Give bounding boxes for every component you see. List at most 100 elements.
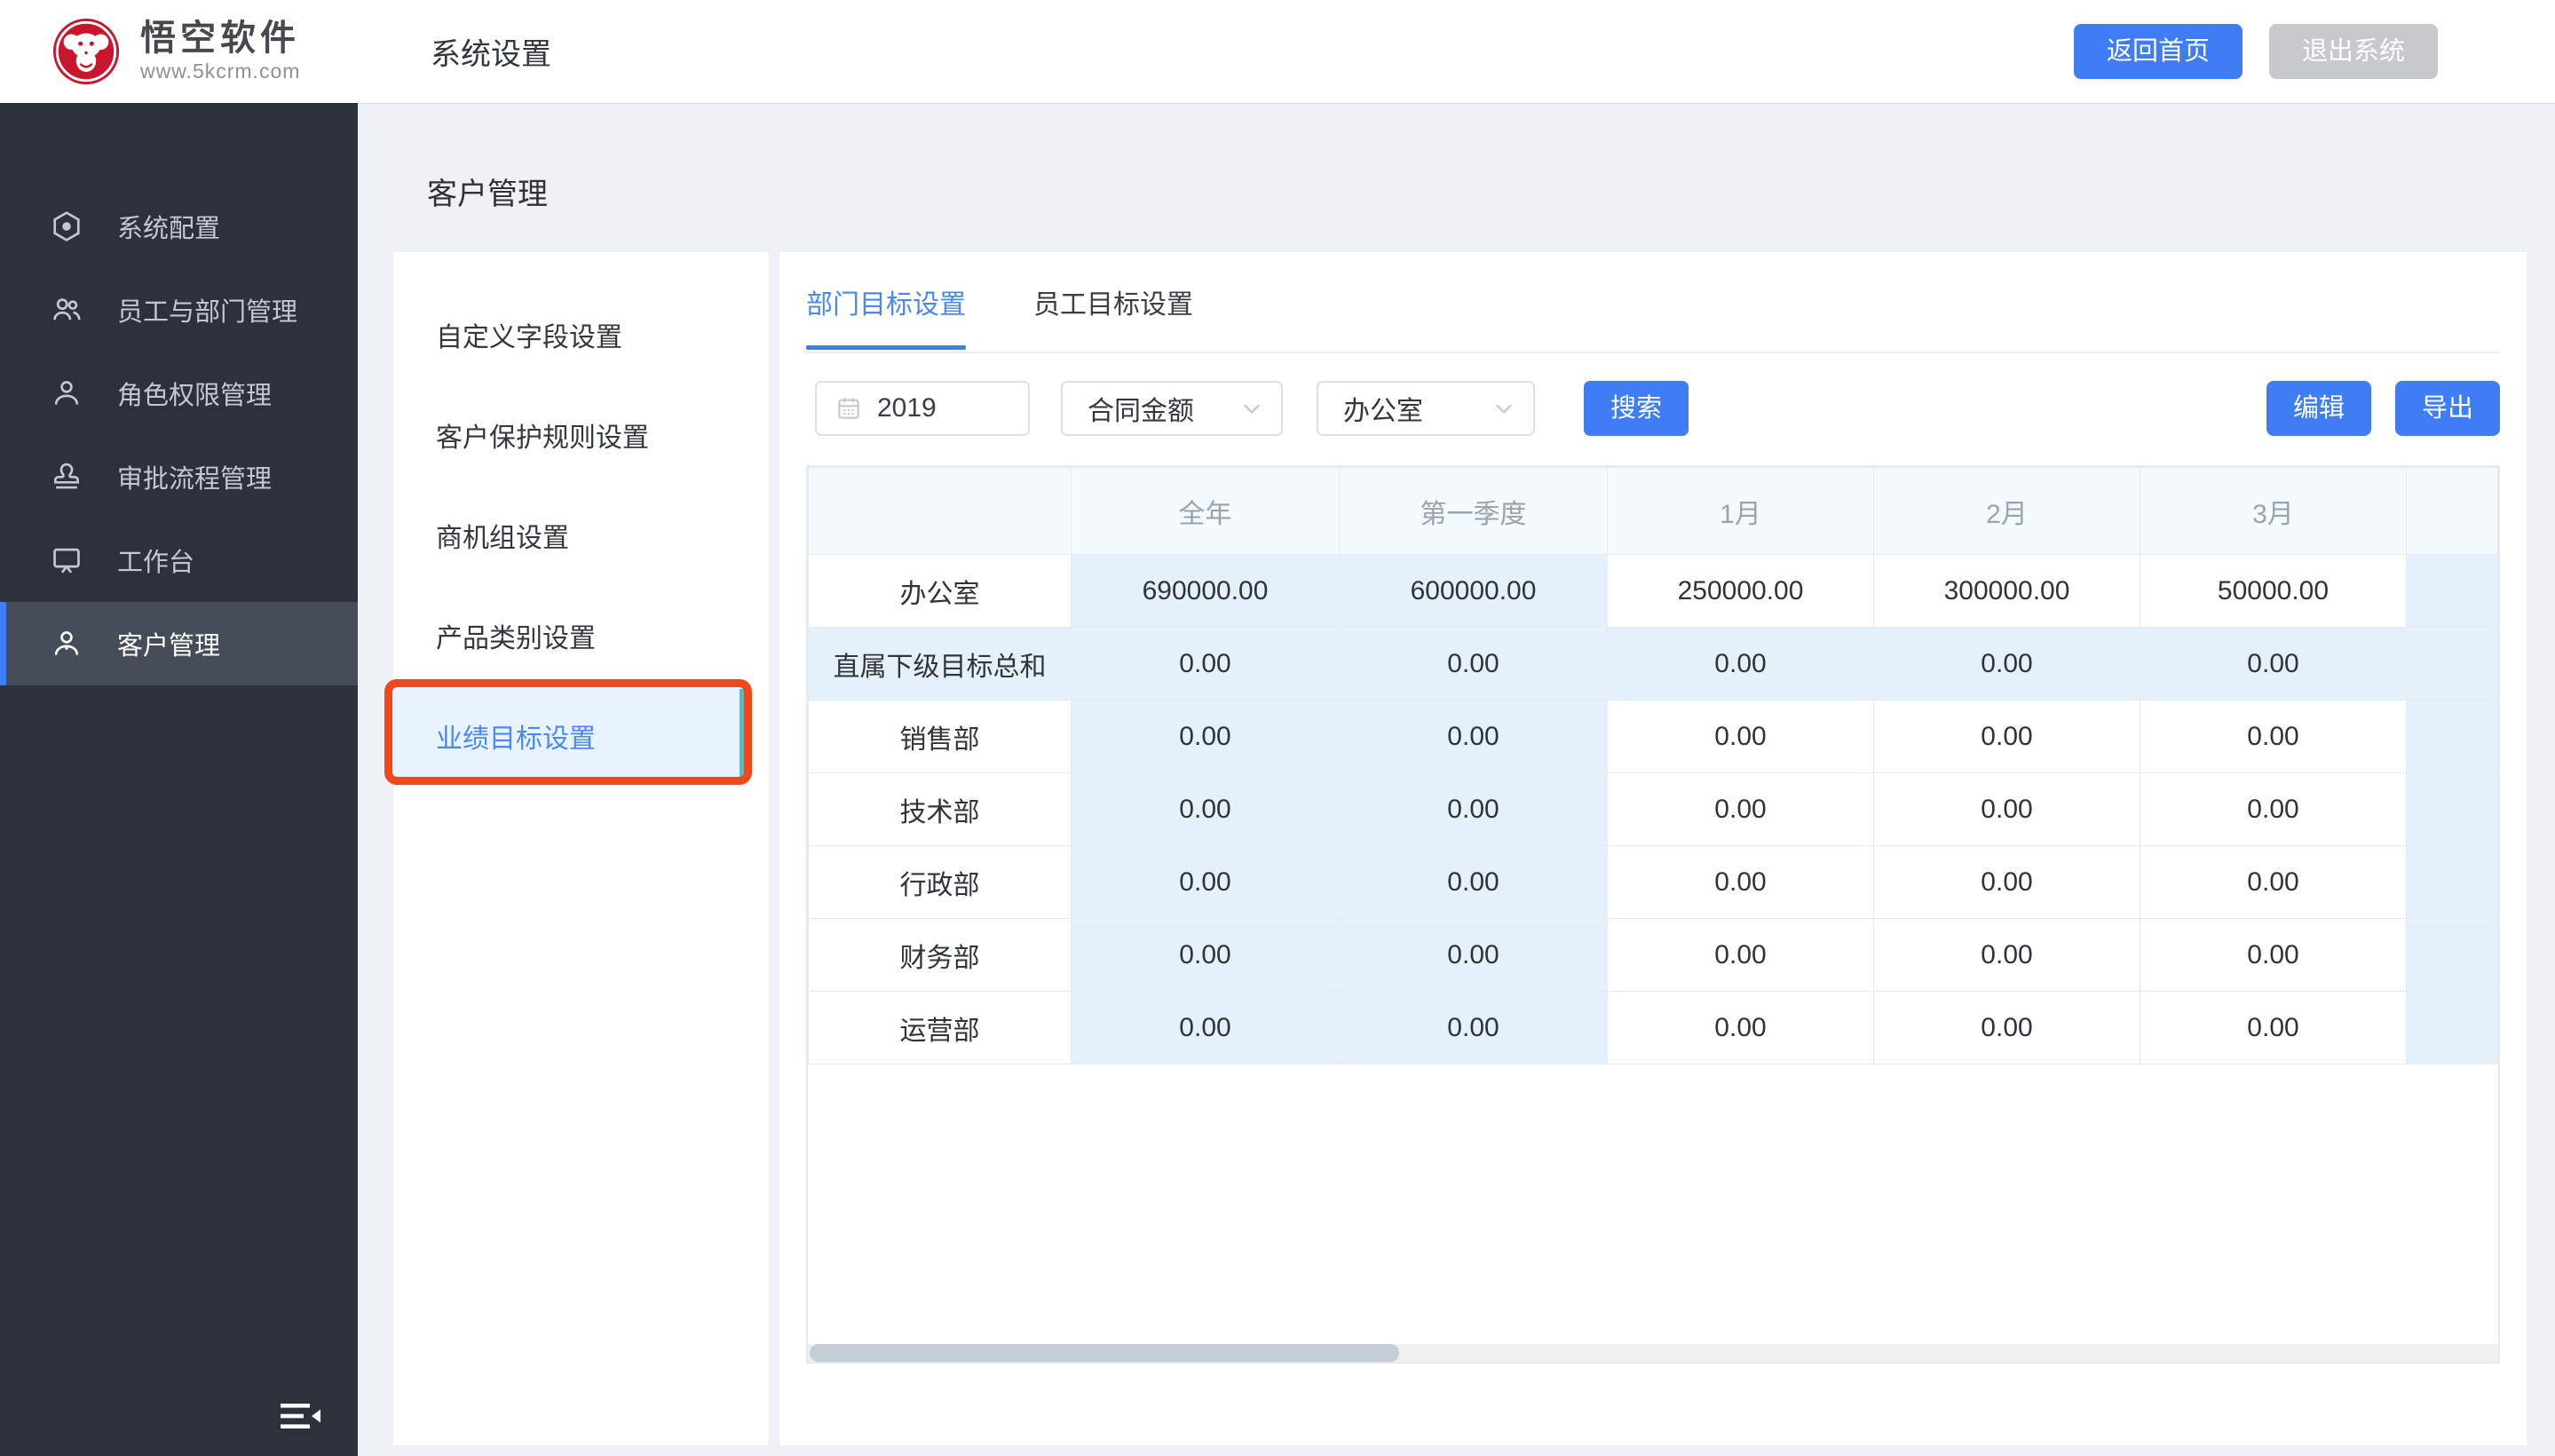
settings-nav-label: 客户保护规则设置 xyxy=(436,415,649,455)
brand-text: 悟空软件 www.5kcrm.com xyxy=(140,20,300,83)
workbench-monitor-icon xyxy=(50,543,83,577)
chevron-down-icon xyxy=(1491,395,1517,422)
value-cell: 0.00 xyxy=(1874,773,2140,846)
value-cell: 0.00 xyxy=(1608,700,1874,773)
value-cell: 50000.00 xyxy=(2140,555,2407,628)
metric-select-value: 合同金额 xyxy=(1088,389,1194,428)
horizontal-scrollbar-track xyxy=(808,1344,2498,1362)
row-label-cell: 销售部 xyxy=(809,700,1072,773)
table-row: 财务部 0.00 0.00 0.00 0.00 0.00 xyxy=(809,919,2498,992)
sidebar-item-label: 系统配置 xyxy=(117,208,220,245)
value-cell: 0.00 xyxy=(1340,700,1608,773)
brand-name: 悟空软件 xyxy=(140,20,300,57)
value-cell: 0.00 xyxy=(1874,992,2140,1064)
content-area: 客户管理 自定义字段设置 客户保护规则设置 商机组设置 产品类别设置 业绩目标设… xyxy=(358,103,2555,1456)
row-label-cell: 行政部 xyxy=(809,846,1072,919)
brand-url: www.5kcrm.com xyxy=(140,59,300,83)
settings-nav-list: 自定义字段设置 客户保护规则设置 商机组设置 产品类别设置 业绩目标设置 xyxy=(393,252,769,786)
logout-button[interactable]: 退出系统 xyxy=(2269,24,2438,79)
horizontal-scrollbar-thumb[interactable] xyxy=(810,1344,1399,1362)
metric-select[interactable]: 合同金额 xyxy=(1061,381,1283,436)
value-cell: 0.00 xyxy=(2140,700,2407,773)
value-cell: 0.00 xyxy=(2140,846,2407,919)
goal-table: 全年 第一季度 1月 2月 3月 办公室 690000.00 600000.0 xyxy=(808,467,2498,1064)
value-cell: 0.00 xyxy=(1072,700,1340,773)
sidebar-item-label: 角色权限管理 xyxy=(117,375,272,412)
active-indicator-bar xyxy=(740,689,746,782)
goal-table-container: 全年 第一季度 1月 2月 3月 办公室 690000.00 600000.0 xyxy=(806,465,2500,1364)
search-button[interactable]: 搜索 xyxy=(1584,381,1689,436)
value-cell: 0.00 xyxy=(2140,992,2407,1064)
sidebar-item-customer-management[interactable]: 客户管理 xyxy=(0,602,358,685)
export-button[interactable]: 导出 xyxy=(2395,381,2500,436)
value-cell: 0.00 xyxy=(1608,773,1874,846)
table-row-summary: 直属下级目标总和 0.00 0.00 0.00 0.00 0.00 xyxy=(809,628,2498,700)
department-select-value: 办公室 xyxy=(1343,389,1423,428)
brand-logo[interactable]: 悟空软件 www.5kcrm.com xyxy=(51,17,300,86)
value-cell: 0.00 xyxy=(1874,919,2140,992)
row-label-cell: 技术部 xyxy=(809,773,1072,846)
header-cell-jan: 1月 xyxy=(1608,468,1874,555)
tab-employee-goal[interactable]: 员工目标设置 xyxy=(1033,252,1193,352)
value-cell: 0.00 xyxy=(1874,846,2140,919)
value-cell-clipped xyxy=(2407,628,2498,700)
sidebar-item-label: 客户管理 xyxy=(117,625,220,662)
sidebar-item-label: 员工与部门管理 xyxy=(117,291,297,328)
year-select[interactable] xyxy=(815,381,1030,436)
settings-nav-panel: 自定义字段设置 客户保护规则设置 商机组设置 产品类别设置 业绩目标设置 xyxy=(393,252,769,1445)
value-cell-clipped xyxy=(2407,700,2498,773)
tab-bar: 部门目标设置 员工目标设置 xyxy=(806,252,2500,353)
page-title: 客户管理 xyxy=(427,179,548,210)
year-input[interactable] xyxy=(875,392,1012,424)
back-home-button[interactable]: 返回首页 xyxy=(2074,24,2243,79)
chevron-down-icon xyxy=(1238,395,1265,422)
value-cell: 0.00 xyxy=(1072,846,1340,919)
value-cell: 0.00 xyxy=(1340,919,1608,992)
value-cell: 0.00 xyxy=(2140,773,2407,846)
value-cell-clipped xyxy=(2407,992,2498,1064)
settings-nav-item-product-category[interactable]: 产品类别设置 xyxy=(393,585,746,685)
edit-button[interactable]: 编辑 xyxy=(2266,381,2371,436)
settings-nav-label: 业绩目标设置 xyxy=(436,716,596,756)
table-header-row: 全年 第一季度 1月 2月 3月 xyxy=(809,468,2498,555)
table-row: 办公室 690000.00 600000.00 250000.00 300000… xyxy=(809,555,2498,628)
table-row: 行政部 0.00 0.00 0.00 0.00 0.00 xyxy=(809,846,2498,919)
sidebar: 系统配置 员工与部门管理 xyxy=(0,103,358,1456)
header-cell-mar: 3月 xyxy=(2140,468,2407,555)
tab-department-goal[interactable]: 部门目标设置 xyxy=(806,252,966,352)
value-cell: 0.00 xyxy=(1874,628,2140,700)
value-cell-clipped xyxy=(2407,555,2498,628)
sidebar-item-approval-flow[interactable]: 审批流程管理 xyxy=(0,435,358,518)
header-cell-feb: 2月 xyxy=(1874,468,2140,555)
main-panel: 部门目标设置 员工目标设置 合同金额 xyxy=(779,252,2527,1445)
settings-nav-label: 商机组设置 xyxy=(436,516,569,555)
value-cell: 690000.00 xyxy=(1072,555,1340,628)
value-cell-clipped xyxy=(2407,846,2498,919)
department-select[interactable]: 办公室 xyxy=(1317,381,1535,436)
sidebar-item-role-permission[interactable]: 角色权限管理 xyxy=(0,352,358,435)
value-cell-clipped xyxy=(2407,773,2498,846)
settings-nav-label: 产品类别设置 xyxy=(436,616,596,655)
sidebar-collapse-button[interactable] xyxy=(281,1403,321,1431)
value-cell: 0.00 xyxy=(1072,773,1340,846)
sidebar-item-workbench[interactable]: 工作台 xyxy=(0,518,358,602)
sidebar-item-employees-departments[interactable]: 员工与部门管理 xyxy=(0,268,358,352)
settings-nav-item-opportunity-group[interactable]: 商机组设置 xyxy=(393,485,746,585)
approval-stamp-icon xyxy=(50,460,83,494)
value-cell: 0.00 xyxy=(1608,846,1874,919)
settings-nav-item-custom-fields[interactable]: 自定义字段设置 xyxy=(393,284,746,384)
sidebar-item-system-config[interactable]: 系统配置 xyxy=(0,185,358,268)
menu-fold-icon xyxy=(281,1403,321,1429)
filter-toolbar: 合同金额 办公室 搜索 编辑 导出 xyxy=(806,381,2500,436)
section-title: 系统设置 xyxy=(431,30,551,74)
employees-departments-icon xyxy=(50,293,83,327)
value-cell: 0.00 xyxy=(1608,992,1874,1064)
settings-nav-item-performance-goal[interactable]: 业绩目标设置 xyxy=(393,685,746,786)
value-cell: 250000.00 xyxy=(1608,555,1874,628)
settings-nav-item-customer-protection[interactable]: 客户保护规则设置 xyxy=(393,384,746,485)
app-root: 悟空软件 www.5kcrm.com 系统设置 返回首页 退出系统 系统配置 xyxy=(0,0,2555,1456)
value-cell: 0.00 xyxy=(1608,919,1874,992)
value-cell: 0.00 xyxy=(2140,628,2407,700)
value-cell: 300000.00 xyxy=(1874,555,2140,628)
value-cell: 0.00 xyxy=(2140,919,2407,992)
